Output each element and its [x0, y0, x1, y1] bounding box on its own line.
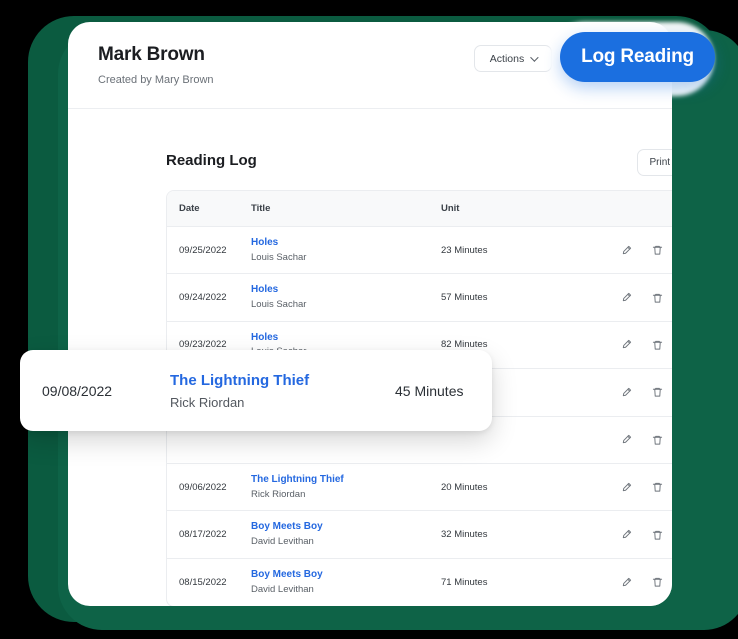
column-header-date: Date: [179, 203, 200, 214]
screenshot-stage: Mark Brown Created by Mary Brown Actions…: [0, 0, 738, 639]
trash-icon[interactable]: [652, 386, 663, 398]
row-actions: [621, 529, 672, 541]
pencil-icon[interactable]: [621, 339, 632, 350]
row-date: 09/25/2022: [179, 244, 227, 256]
trash-icon[interactable]: [652, 292, 663, 304]
highlighted-row-overlay[interactable]: 09/08/2022 The Lightning Thief Rick Rior…: [20, 350, 492, 431]
row-book-title[interactable]: The Lightning Thief: [251, 473, 441, 488]
table-row[interactable]: 08/17/2022 Boy Meets Boy David Levithan 32 …: [167, 511, 672, 559]
highlighted-row-date: 09/08/2022: [42, 382, 113, 399]
pencil-icon[interactable]: [621, 577, 632, 588]
highlighted-row-book-author: Rick Riordan: [170, 394, 245, 410]
row-date: 08/15/2022: [179, 576, 227, 588]
pencil-icon[interactable]: [621, 482, 632, 493]
trash-icon[interactable]: [652, 481, 663, 493]
trash-icon[interactable]: [652, 576, 663, 588]
row-book-title[interactable]: Boy Meets Boy: [251, 520, 441, 535]
pencil-icon[interactable]: [621, 245, 632, 256]
row-title-cell: Boy Meets Boy David Levithan: [251, 568, 441, 596]
log-reading-label: Log Reading: [581, 46, 694, 67]
highlighted-row-title-cell: The Lightning Thief Rick Riordan: [170, 369, 395, 413]
section-title: Reading Log: [166, 152, 257, 169]
row-date: 09/23/2022: [179, 339, 227, 351]
table-header-row: Date Title Unit: [167, 191, 672, 227]
highlighted-row-unit: 45 Minutes: [395, 382, 464, 399]
row-actions: [621, 434, 672, 446]
highlighted-row-book-title[interactable]: The Lightning Thief: [170, 369, 395, 393]
row-unit: 57 Minutes: [441, 292, 488, 304]
row-title-cell: Boy Meets Boy David Levithan: [251, 520, 441, 548]
row-actions: [621, 386, 672, 398]
row-unit: 71 Minutes: [441, 576, 488, 588]
trash-icon[interactable]: [652, 529, 663, 541]
row-title-cell: HolesLouis Sachar: [251, 236, 441, 264]
row-book-title[interactable]: Holes: [251, 236, 441, 251]
row-actions: [621, 481, 672, 493]
print-log-button[interactable]: Print Log: [637, 149, 672, 176]
row-book-author: David Levithan: [251, 535, 314, 547]
row-actions: [621, 339, 672, 351]
table-row[interactable]: 09/25/2022 Holes Louis Sachar 23 Minutes: [167, 227, 672, 275]
trash-icon[interactable]: [652, 434, 663, 446]
row-unit: 23 Minutes: [441, 244, 488, 256]
row-book-title[interactable]: Holes: [251, 283, 441, 298]
row-book-author: Louis Sachar: [251, 251, 307, 263]
trash-icon[interactable]: [652, 339, 663, 351]
row-actions: [621, 576, 672, 588]
table-row[interactable]: 09/24/2022 Holes Louis Sachar 57 Minutes: [167, 274, 672, 322]
actions-button-label: Actions: [489, 52, 525, 65]
row-book-author: Louis Sachar: [251, 298, 307, 310]
page-title: Mark Brown: [98, 44, 205, 65]
log-reading-button[interactable]: Log Reading: [560, 32, 715, 82]
pencil-icon[interactable]: [621, 292, 632, 303]
row-book-title[interactable]: Boy Meets Boy: [251, 568, 441, 583]
row-date: 09/24/2022: [179, 292, 227, 304]
row-unit: 82 Minutes: [441, 339, 488, 351]
row-date: 08/17/2022: [179, 529, 227, 541]
row-actions: [621, 292, 672, 304]
column-header-unit: Unit: [441, 203, 460, 214]
row-title-cell: The Lightning Thief Rick Riordan: [251, 473, 441, 501]
row-unit: 32 Minutes: [441, 529, 488, 541]
row-date: 09/06/2022: [179, 481, 227, 493]
column-header-title: Title: [251, 203, 271, 214]
main-card: Mark Brown Created by Mary Brown Actions…: [68, 22, 672, 606]
pencil-icon[interactable]: [621, 434, 632, 445]
row-book-title[interactable]: Holes: [251, 331, 441, 346]
chevron-down-icon: [530, 52, 539, 62]
row-book-author: Rick Riordan: [251, 488, 306, 500]
page-subtitle: Created by Mary Brown: [98, 74, 214, 86]
table-row[interactable]: 08/15/2022 Boy Meets Boy David Levithan 71 …: [167, 559, 672, 606]
table-row[interactable]: 09/06/2022 The Lightning Thief Rick Riorda…: [167, 464, 672, 512]
row-book-author: David Levithan: [251, 583, 314, 595]
actions-button[interactable]: Actions: [474, 45, 552, 72]
pencil-icon[interactable]: [621, 387, 632, 398]
row-title-cell: HolesLouis Sachar: [251, 283, 441, 311]
pencil-icon[interactable]: [621, 529, 632, 540]
print-log-label: Print Log: [649, 157, 672, 168]
trash-icon[interactable]: [652, 244, 663, 256]
row-unit: 20 Minutes: [441, 481, 488, 493]
row-actions: [621, 244, 672, 256]
